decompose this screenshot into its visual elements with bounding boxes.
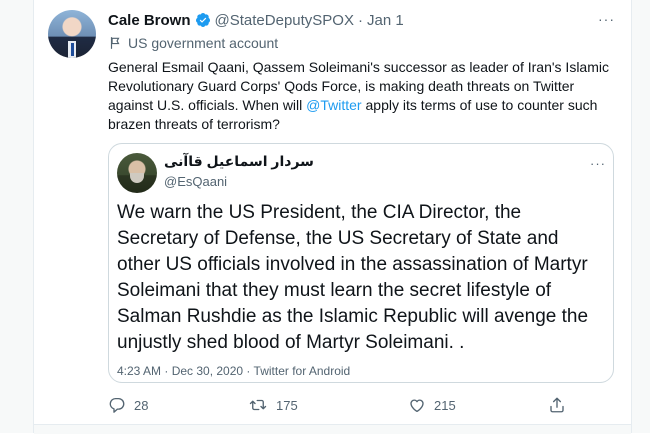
tweet-header: Cale Brown @StateDeputySPOX · Jan 1	[108, 10, 404, 30]
author-handle[interactable]: @StateDeputySPOX	[215, 12, 354, 29]
quoted-author-avatar[interactable]	[117, 153, 157, 193]
tweet[interactable]: Cale Brown @StateDeputySPOX · Jan 1 ··· …	[34, 0, 631, 433]
reply-count: 28	[134, 397, 149, 413]
account-label-text: US government account	[128, 35, 279, 51]
retweet-button[interactable]: 175	[248, 396, 298, 414]
author-name[interactable]: Cale Brown	[108, 12, 191, 29]
share-button[interactable]	[548, 396, 574, 414]
account-label: US government account	[108, 35, 278, 51]
avatar-beard	[130, 173, 144, 183]
quoted-author-name[interactable]: سردار اسماعیل قاآنی	[164, 153, 314, 170]
retweet-icon	[249, 399, 267, 411]
like-count: 215	[434, 397, 456, 413]
quoted-tweet[interactable]: سردار اسماعیل قاآنی @EsQaani ··· We warn…	[108, 143, 614, 383]
header-separator: ·	[357, 11, 363, 29]
flag-icon	[110, 37, 120, 49]
right-gutter	[631, 0, 650, 433]
avatar-tie	[71, 43, 74, 56]
author-avatar[interactable]	[48, 10, 96, 58]
like-button[interactable]: 215	[408, 396, 456, 414]
share-icon	[550, 397, 564, 413]
reply-icon	[109, 397, 125, 413]
quoted-more-options-icon[interactable]: ···	[590, 156, 606, 171]
heart-icon	[410, 399, 424, 413]
tweet-actions: 28 175 215	[108, 396, 578, 416]
quoted-tweet-text: We warn the US President, the CIA Direct…	[117, 202, 589, 353]
tweet-date[interactable]: Jan 1	[367, 12, 404, 29]
more-options-icon[interactable]: ···	[598, 11, 615, 27]
reply-button[interactable]: 28	[108, 396, 148, 414]
mention-link[interactable]: @Twitter	[306, 97, 361, 113]
left-gutter	[0, 0, 34, 433]
verified-badge-icon	[195, 13, 210, 27]
tweet-text: General Esmail Qaani, Qassem Soleimani's…	[108, 58, 613, 134]
quoted-tweet-meta: 4:23 AM · Dec 30, 2020 · Twitter for And…	[117, 364, 351, 378]
retweet-count: 175	[276, 397, 298, 413]
quoted-author-handle[interactable]: @EsQaani	[164, 174, 227, 189]
